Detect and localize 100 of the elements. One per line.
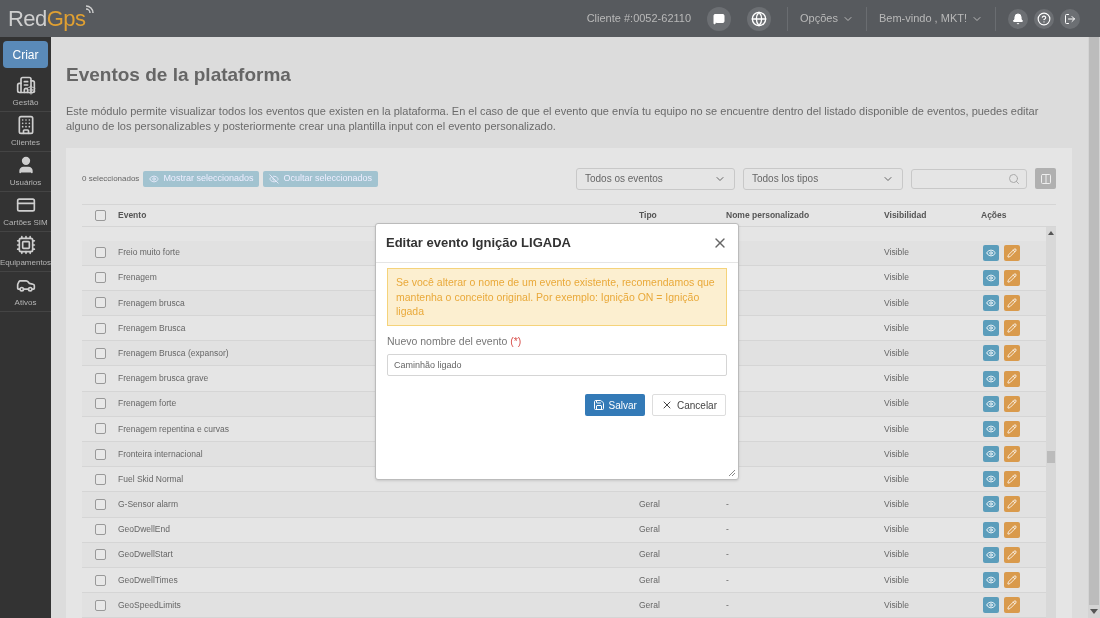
row-checkbox[interactable] bbox=[94, 322, 106, 334]
row-checkbox[interactable] bbox=[94, 524, 106, 536]
sidebar-item[interactable]: Equipamentos bbox=[0, 232, 51, 272]
eye-icon bbox=[986, 499, 996, 510]
pencil-icon bbox=[1007, 474, 1017, 485]
view-button[interactable] bbox=[983, 420, 999, 437]
sidebar-item[interactable]: Gestão bbox=[0, 72, 51, 112]
edit-button[interactable] bbox=[1004, 420, 1020, 437]
edit-button[interactable] bbox=[1004, 294, 1020, 311]
edit-button[interactable] bbox=[1004, 597, 1020, 614]
chip-icon bbox=[15, 234, 36, 255]
event-name: Frenagem brusca grave bbox=[118, 373, 209, 384]
view-button[interactable] bbox=[983, 521, 999, 538]
eye-icon bbox=[986, 600, 996, 611]
logout-button[interactable] bbox=[1060, 8, 1080, 29]
event-name: Frenagem repentina e curvas bbox=[118, 423, 230, 434]
required-mark: (*) bbox=[510, 334, 522, 347]
field-label: Nuevo nombre del evento bbox=[387, 334, 508, 347]
edit-button[interactable] bbox=[1004, 496, 1020, 513]
row-checkbox[interactable] bbox=[94, 373, 106, 385]
pencil-icon bbox=[1007, 600, 1017, 611]
edit-button[interactable] bbox=[1004, 269, 1020, 286]
view-button[interactable] bbox=[983, 496, 999, 513]
help-button[interactable] bbox=[1034, 8, 1054, 29]
sidebar-item[interactable]: Usuários bbox=[0, 152, 51, 192]
pencil-icon bbox=[1007, 524, 1017, 535]
row-checkbox[interactable] bbox=[94, 549, 106, 561]
create-button[interactable]: Criar bbox=[3, 41, 48, 68]
pencil-icon bbox=[1007, 323, 1017, 334]
row-checkbox[interactable] bbox=[94, 209, 106, 221]
edit-button[interactable] bbox=[1004, 521, 1020, 538]
eye-icon bbox=[986, 423, 996, 434]
edit-button[interactable] bbox=[1004, 546, 1020, 563]
visibility-status: Visible bbox=[884, 574, 909, 585]
view-button[interactable] bbox=[983, 244, 999, 261]
user-menu[interactable]: Bem-vindo , MKT! bbox=[878, 10, 983, 27]
visibility-status: Visible bbox=[884, 398, 909, 409]
row-checkbox[interactable] bbox=[94, 398, 106, 410]
logo[interactable]: RedGps bbox=[8, 2, 96, 35]
column-header: Ações bbox=[981, 209, 1007, 220]
visibility-status: Visible bbox=[884, 499, 909, 510]
event-name: Fuel Skid Normal bbox=[118, 473, 184, 484]
edit-button[interactable] bbox=[1004, 244, 1020, 261]
event-name-field[interactable]: Caminhão ligado bbox=[387, 354, 727, 377]
columns-button[interactable] bbox=[1035, 168, 1056, 189]
warning-alert: Se você alterar o nome de um evento existente, recomendamos que mantenha o conceito original. Por exemplo: Ignição ON = Ignição ligada bbox=[387, 268, 727, 326]
table-scrollbar[interactable] bbox=[1046, 226, 1056, 618]
row-checkbox[interactable] bbox=[94, 448, 106, 460]
row-checkbox[interactable] bbox=[94, 498, 106, 510]
options-menu[interactable]: Opções bbox=[800, 10, 854, 27]
pencil-icon bbox=[1007, 398, 1017, 409]
edit-button[interactable] bbox=[1004, 345, 1020, 362]
edit-button[interactable] bbox=[1004, 446, 1020, 463]
eye-icon bbox=[986, 247, 996, 258]
building-gear-icon bbox=[15, 74, 36, 95]
save-button[interactable]: Salvar bbox=[584, 394, 645, 417]
sidebar-item[interactable]: Ativos bbox=[0, 272, 51, 312]
sidebar-item[interactable]: Cartões SIM bbox=[0, 192, 51, 232]
row-checkbox[interactable] bbox=[94, 574, 106, 586]
page-scrollbar[interactable] bbox=[1088, 37, 1100, 618]
view-button[interactable] bbox=[983, 320, 999, 337]
chat-button[interactable] bbox=[707, 6, 732, 31]
search-field[interactable] bbox=[911, 168, 1027, 189]
visibility-status: Visible bbox=[884, 473, 909, 484]
edit-button[interactable] bbox=[1004, 370, 1020, 387]
row-checkbox[interactable] bbox=[94, 423, 106, 435]
eye-icon bbox=[986, 373, 996, 384]
type-filter[interactable]: Todos los tipos bbox=[743, 167, 903, 190]
globe-button[interactable] bbox=[747, 6, 772, 31]
eye-icon bbox=[986, 272, 996, 283]
view-button[interactable] bbox=[983, 395, 999, 412]
row-checkbox[interactable] bbox=[94, 347, 106, 359]
view-button[interactable] bbox=[983, 294, 999, 311]
sidebar-item[interactable]: Clientes bbox=[0, 112, 51, 152]
search-icon bbox=[1008, 172, 1020, 185]
edit-button[interactable] bbox=[1004, 572, 1020, 589]
view-button[interactable] bbox=[983, 345, 999, 362]
visibility-status: Visible bbox=[884, 373, 909, 384]
view-button[interactable] bbox=[983, 471, 999, 488]
view-button[interactable] bbox=[983, 572, 999, 589]
row-checkbox[interactable] bbox=[94, 473, 106, 485]
cancel-button[interactable]: Cancelar bbox=[651, 394, 726, 417]
pencil-icon bbox=[1007, 423, 1017, 434]
row-checkbox[interactable] bbox=[94, 297, 106, 309]
notifications-button[interactable] bbox=[1008, 8, 1028, 29]
edit-button[interactable] bbox=[1004, 395, 1020, 412]
view-button[interactable] bbox=[983, 446, 999, 463]
visibility-status: Visible bbox=[884, 423, 909, 434]
view-button[interactable] bbox=[983, 546, 999, 563]
edit-button[interactable] bbox=[1004, 320, 1020, 337]
view-button[interactable] bbox=[983, 269, 999, 286]
resize-handle-icon bbox=[728, 469, 736, 477]
row-checkbox[interactable] bbox=[94, 599, 106, 611]
row-checkbox[interactable] bbox=[94, 247, 106, 259]
view-button[interactable] bbox=[983, 370, 999, 387]
view-button[interactable] bbox=[983, 597, 999, 614]
row-checkbox[interactable] bbox=[94, 272, 106, 284]
edit-button[interactable] bbox=[1004, 471, 1020, 488]
event-filter[interactable]: Todos os eventos bbox=[576, 167, 735, 190]
column-header: Tipo bbox=[639, 209, 657, 220]
